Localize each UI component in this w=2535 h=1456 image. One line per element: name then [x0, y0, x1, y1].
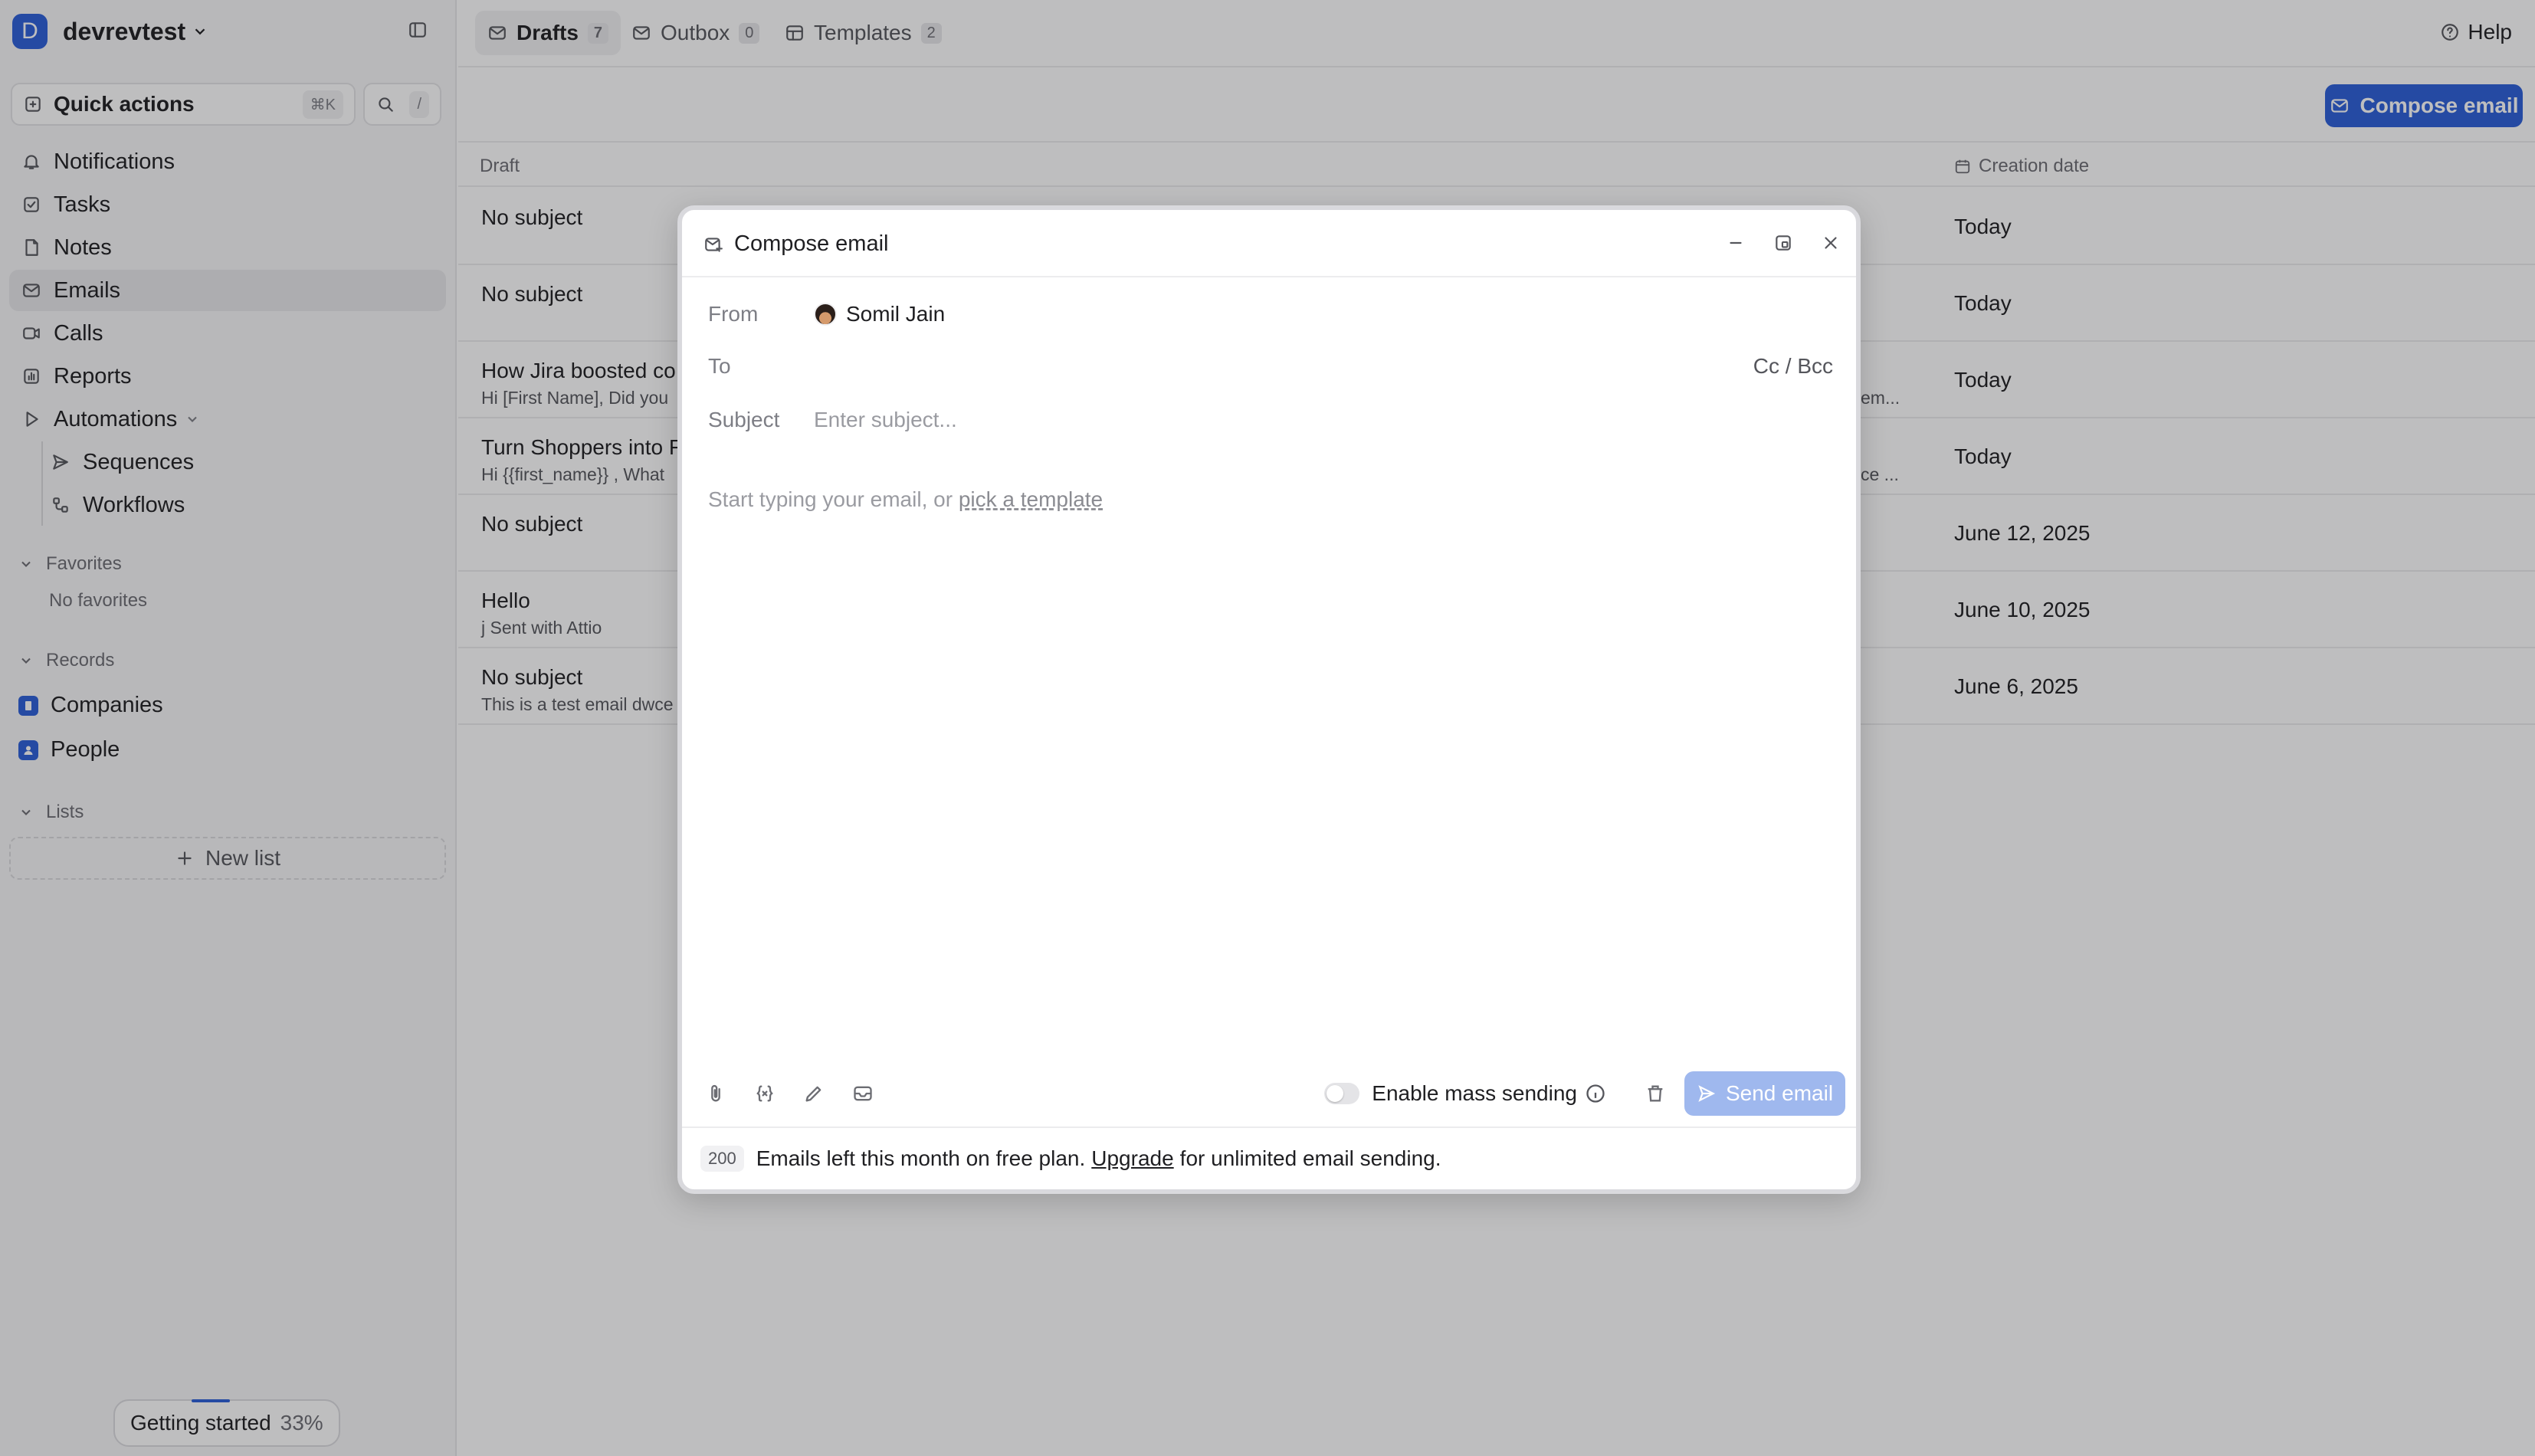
variable-braces-icon	[756, 1085, 773, 1102]
mass-sending-info-button[interactable]	[1585, 1083, 1606, 1104]
popout-icon	[1776, 235, 1791, 251]
close-button[interactable]	[1821, 233, 1841, 253]
dialog-header: Compose email	[682, 210, 1856, 277]
from-label: From	[708, 302, 759, 326]
subject-input[interactable]	[814, 408, 1504, 432]
attach-button[interactable]	[705, 1083, 726, 1104]
pick-template-link[interactable]: pick a template	[959, 487, 1103, 511]
subject-row: Subject	[708, 403, 1833, 437]
close-icon	[1825, 237, 1837, 249]
paperclip-icon	[711, 1084, 720, 1102]
body-placeholder: Start typing your email, or	[708, 487, 959, 511]
info-icon	[1586, 1084, 1605, 1103]
send-email-button[interactable]: Send email	[1684, 1071, 1845, 1116]
popout-button[interactable]	[1773, 233, 1793, 253]
footer-text: Emails left this month on free plan.	[756, 1146, 1086, 1170]
signature-button[interactable]	[803, 1083, 825, 1104]
dialog-title: Compose email	[703, 231, 888, 257]
pen-icon	[805, 1086, 821, 1102]
dialog-footer: 200 Emails left this month on free plan.…	[682, 1126, 1856, 1189]
to-row: To Cc / Bcc	[708, 349, 1833, 383]
subject-label: Subject	[708, 408, 780, 431]
mass-sending-label: Enable mass sending	[1372, 1081, 1577, 1105]
discard-draft-button[interactable]	[1645, 1083, 1666, 1104]
dialog-title-label: Compose email	[734, 231, 889, 256]
sender-avatar	[814, 303, 837, 326]
from-value[interactable]: Somil Jain	[846, 302, 945, 326]
to-input[interactable]	[814, 354, 1504, 379]
upgrade-link[interactable]: Upgrade	[1091, 1146, 1173, 1171]
minimize-icon	[1730, 241, 1742, 244]
insert-variable-button[interactable]	[754, 1083, 776, 1104]
from-row: From Somil Jain	[708, 297, 1833, 331]
trash-icon	[1648, 1085, 1663, 1102]
to-label: To	[708, 354, 731, 378]
send-email-label: Send email	[1725, 1081, 1834, 1105]
send-icon	[1698, 1085, 1716, 1102]
footer-suffix: for unlimited email sending.	[1179, 1146, 1441, 1170]
email-body-editor[interactable]: Start typing your email, or pick a templ…	[708, 487, 1103, 512]
mass-sending-toggle[interactable]	[1324, 1083, 1360, 1104]
template-icon	[854, 1086, 872, 1101]
compose-mail-icon	[705, 237, 723, 252]
compose-email-dialog: Compose email From Somil Jain To Cc / Bc…	[677, 205, 1861, 1194]
emails-left-count: 200	[700, 1146, 744, 1172]
compose-toolbar: Enable mass sending Send email	[705, 1068, 1845, 1119]
cc-bcc-button[interactable]: Cc / Bcc	[1753, 354, 1833, 379]
insert-template-button[interactable]	[852, 1083, 874, 1104]
minimize-button[interactable]	[1726, 233, 1746, 253]
